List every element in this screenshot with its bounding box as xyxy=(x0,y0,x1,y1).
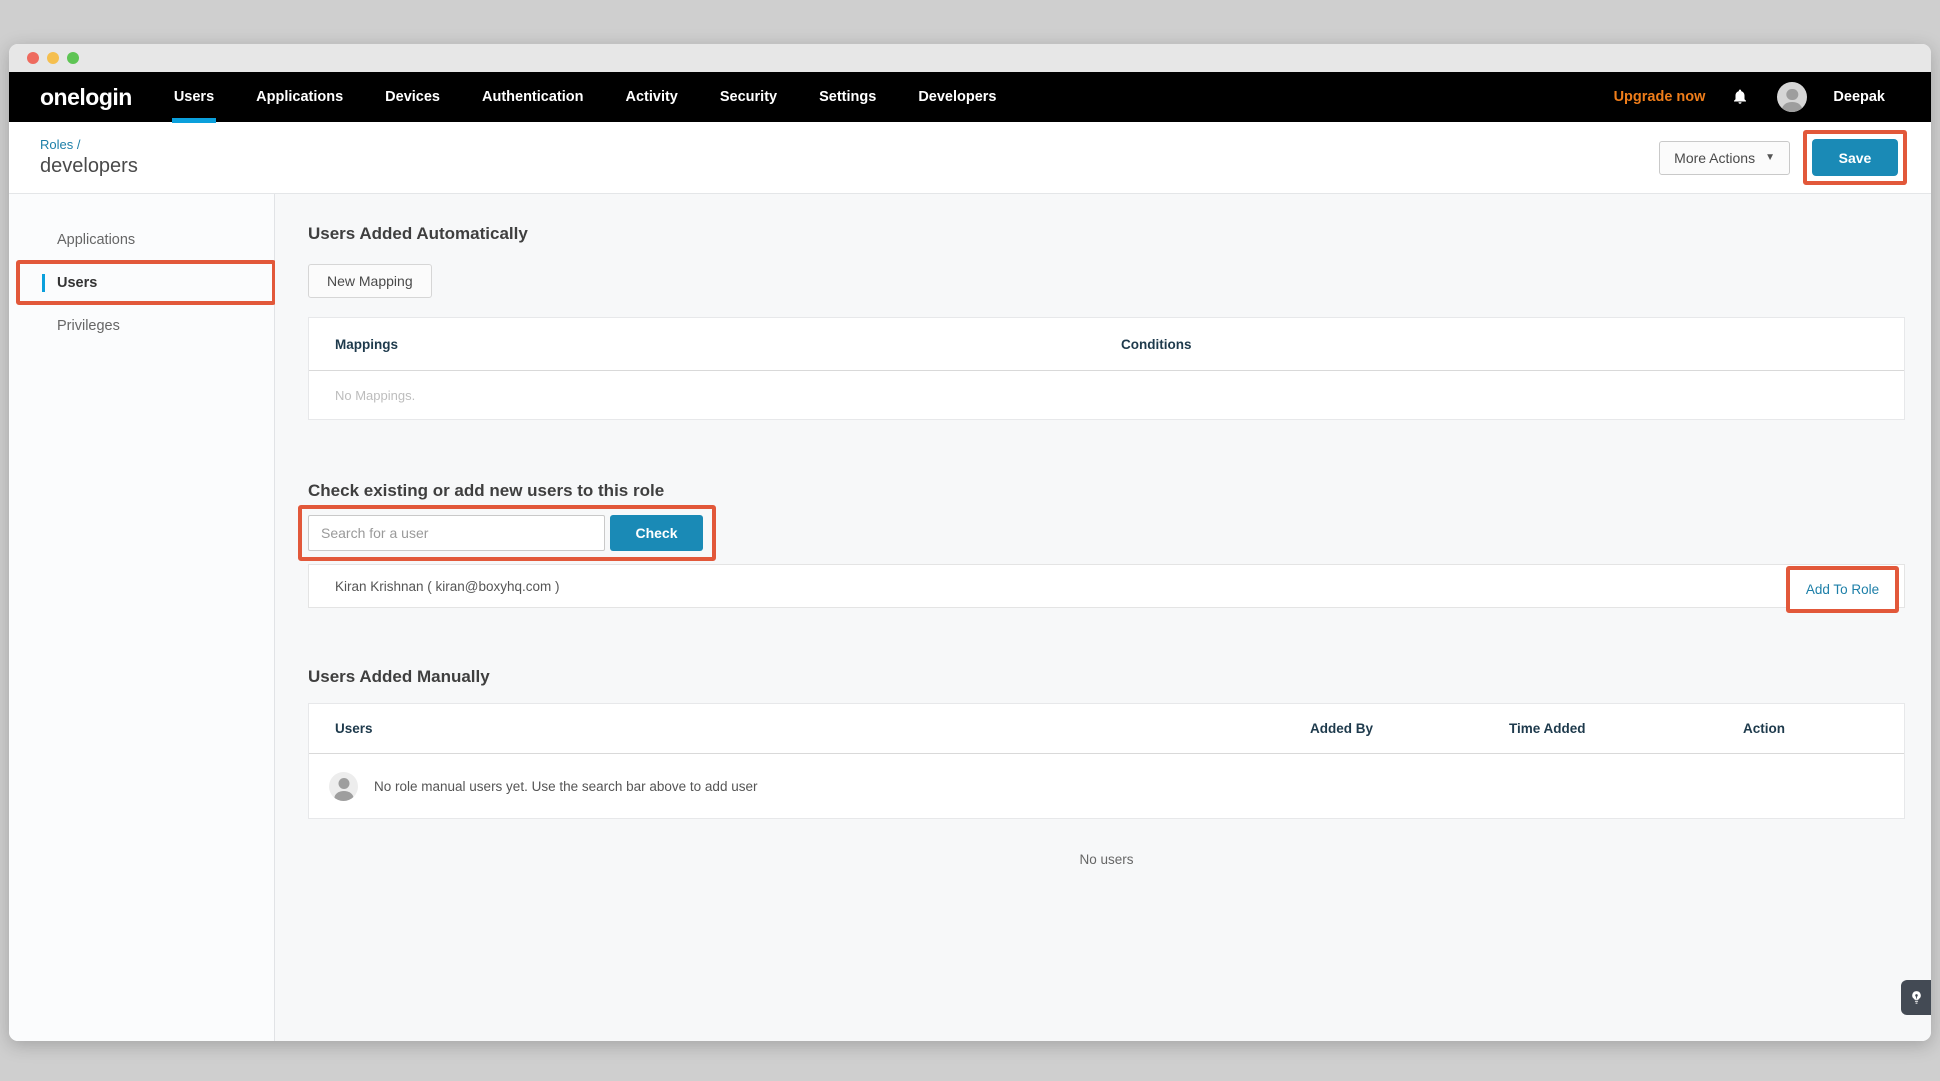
user-avatar[interactable] xyxy=(1777,82,1807,112)
top-navbar: onelogin Users Applications Devices Auth… xyxy=(9,72,1931,122)
primary-nav: Users Applications Devices Authenticatio… xyxy=(174,72,997,122)
more-actions-label: More Actions xyxy=(1674,150,1755,166)
mappings-table: Mappings Conditions No Mappings. xyxy=(308,317,1905,420)
nav-tab-applications[interactable]: Applications xyxy=(256,72,343,122)
user-name[interactable]: Deepak xyxy=(1833,89,1885,105)
manual-section-heading: Users Added Manually xyxy=(308,667,1905,687)
active-indicator-bar xyxy=(42,274,45,292)
sidebar-item-label: Users xyxy=(57,275,97,291)
empty-user-avatar-icon xyxy=(329,772,358,801)
check-button[interactable]: Check xyxy=(610,515,703,551)
nav-tab-security[interactable]: Security xyxy=(720,72,777,122)
help-lightbulb-tab[interactable] xyxy=(1901,980,1931,1015)
onelogin-logo: onelogin xyxy=(40,84,132,111)
page-title: developers xyxy=(40,155,138,178)
more-actions-button[interactable]: More Actions ▼ xyxy=(1659,141,1790,175)
close-window-button[interactable] xyxy=(27,52,39,64)
col-header-users: Users xyxy=(335,721,1310,736)
search-annotation-box: Check xyxy=(298,505,716,561)
auto-section-heading: Users Added Automatically xyxy=(308,224,1905,244)
sidebar-item-applications[interactable]: Applications xyxy=(9,218,274,261)
user-search-input[interactable] xyxy=(308,515,605,551)
sidebar-item-label: Applications xyxy=(57,232,135,248)
nav-tab-devices[interactable]: Devices xyxy=(385,72,440,122)
nav-tab-authentication[interactable]: Authentication xyxy=(482,72,584,122)
nav-tab-activity[interactable]: Activity xyxy=(625,72,677,122)
window-titlebar xyxy=(9,44,1931,72)
save-button[interactable]: Save xyxy=(1812,139,1898,176)
main-panel: Users Added Automatically New Mapping Ma… xyxy=(275,194,1931,1041)
add-to-role-link[interactable]: Add To Role xyxy=(1806,582,1879,597)
col-header-action: Action xyxy=(1743,721,1904,736)
col-header-time-added: Time Added xyxy=(1509,721,1743,736)
col-header-added-by: Added By xyxy=(1310,721,1509,736)
chevron-down-icon: ▼ xyxy=(1765,152,1775,163)
minimize-window-button[interactable] xyxy=(47,52,59,64)
add-to-role-annotation-box: Add To Role xyxy=(1786,566,1899,613)
nav-tab-settings[interactable]: Settings xyxy=(819,72,876,122)
page-header: Roles / developers More Actions ▼ Save xyxy=(9,122,1931,194)
new-mapping-button[interactable]: New Mapping xyxy=(308,264,432,298)
breadcrumb-roles-link[interactable]: Roles / xyxy=(40,137,138,152)
sidebar-item-privileges[interactable]: Privileges xyxy=(9,304,274,347)
sidebar-item-users[interactable]: Users xyxy=(9,261,274,304)
nav-tab-users[interactable]: Users xyxy=(174,72,214,122)
app-window: onelogin Users Applications Devices Auth… xyxy=(9,44,1931,1041)
lightbulb-icon xyxy=(1910,990,1923,1005)
notifications-bell-icon[interactable] xyxy=(1731,86,1751,108)
manual-users-empty-text: No role manual users yet. Use the search… xyxy=(374,779,757,794)
sidebar-item-label: Privileges xyxy=(57,318,120,334)
col-header-mappings: Mappings xyxy=(335,337,1121,352)
search-result-row: Kiran Krishnan ( kiran@boxyhq.com ) Add … xyxy=(308,564,1905,608)
manual-users-table: Users Added By Time Added Action No role… xyxy=(308,703,1905,819)
col-header-conditions: Conditions xyxy=(1121,337,1904,352)
no-users-text: No users xyxy=(308,852,1905,867)
upgrade-now-link[interactable]: Upgrade now xyxy=(1614,89,1706,105)
maximize-window-button[interactable] xyxy=(67,52,79,64)
search-result-user: Kiran Krishnan ( kiran@boxyhq.com ) xyxy=(335,579,560,594)
check-section-heading: Check existing or add new users to this … xyxy=(308,481,1905,501)
role-sidebar: Applications Users Privileges xyxy=(9,194,275,1041)
nav-tab-developers[interactable]: Developers xyxy=(918,72,996,122)
mappings-empty-text: No Mappings. xyxy=(309,371,1904,420)
